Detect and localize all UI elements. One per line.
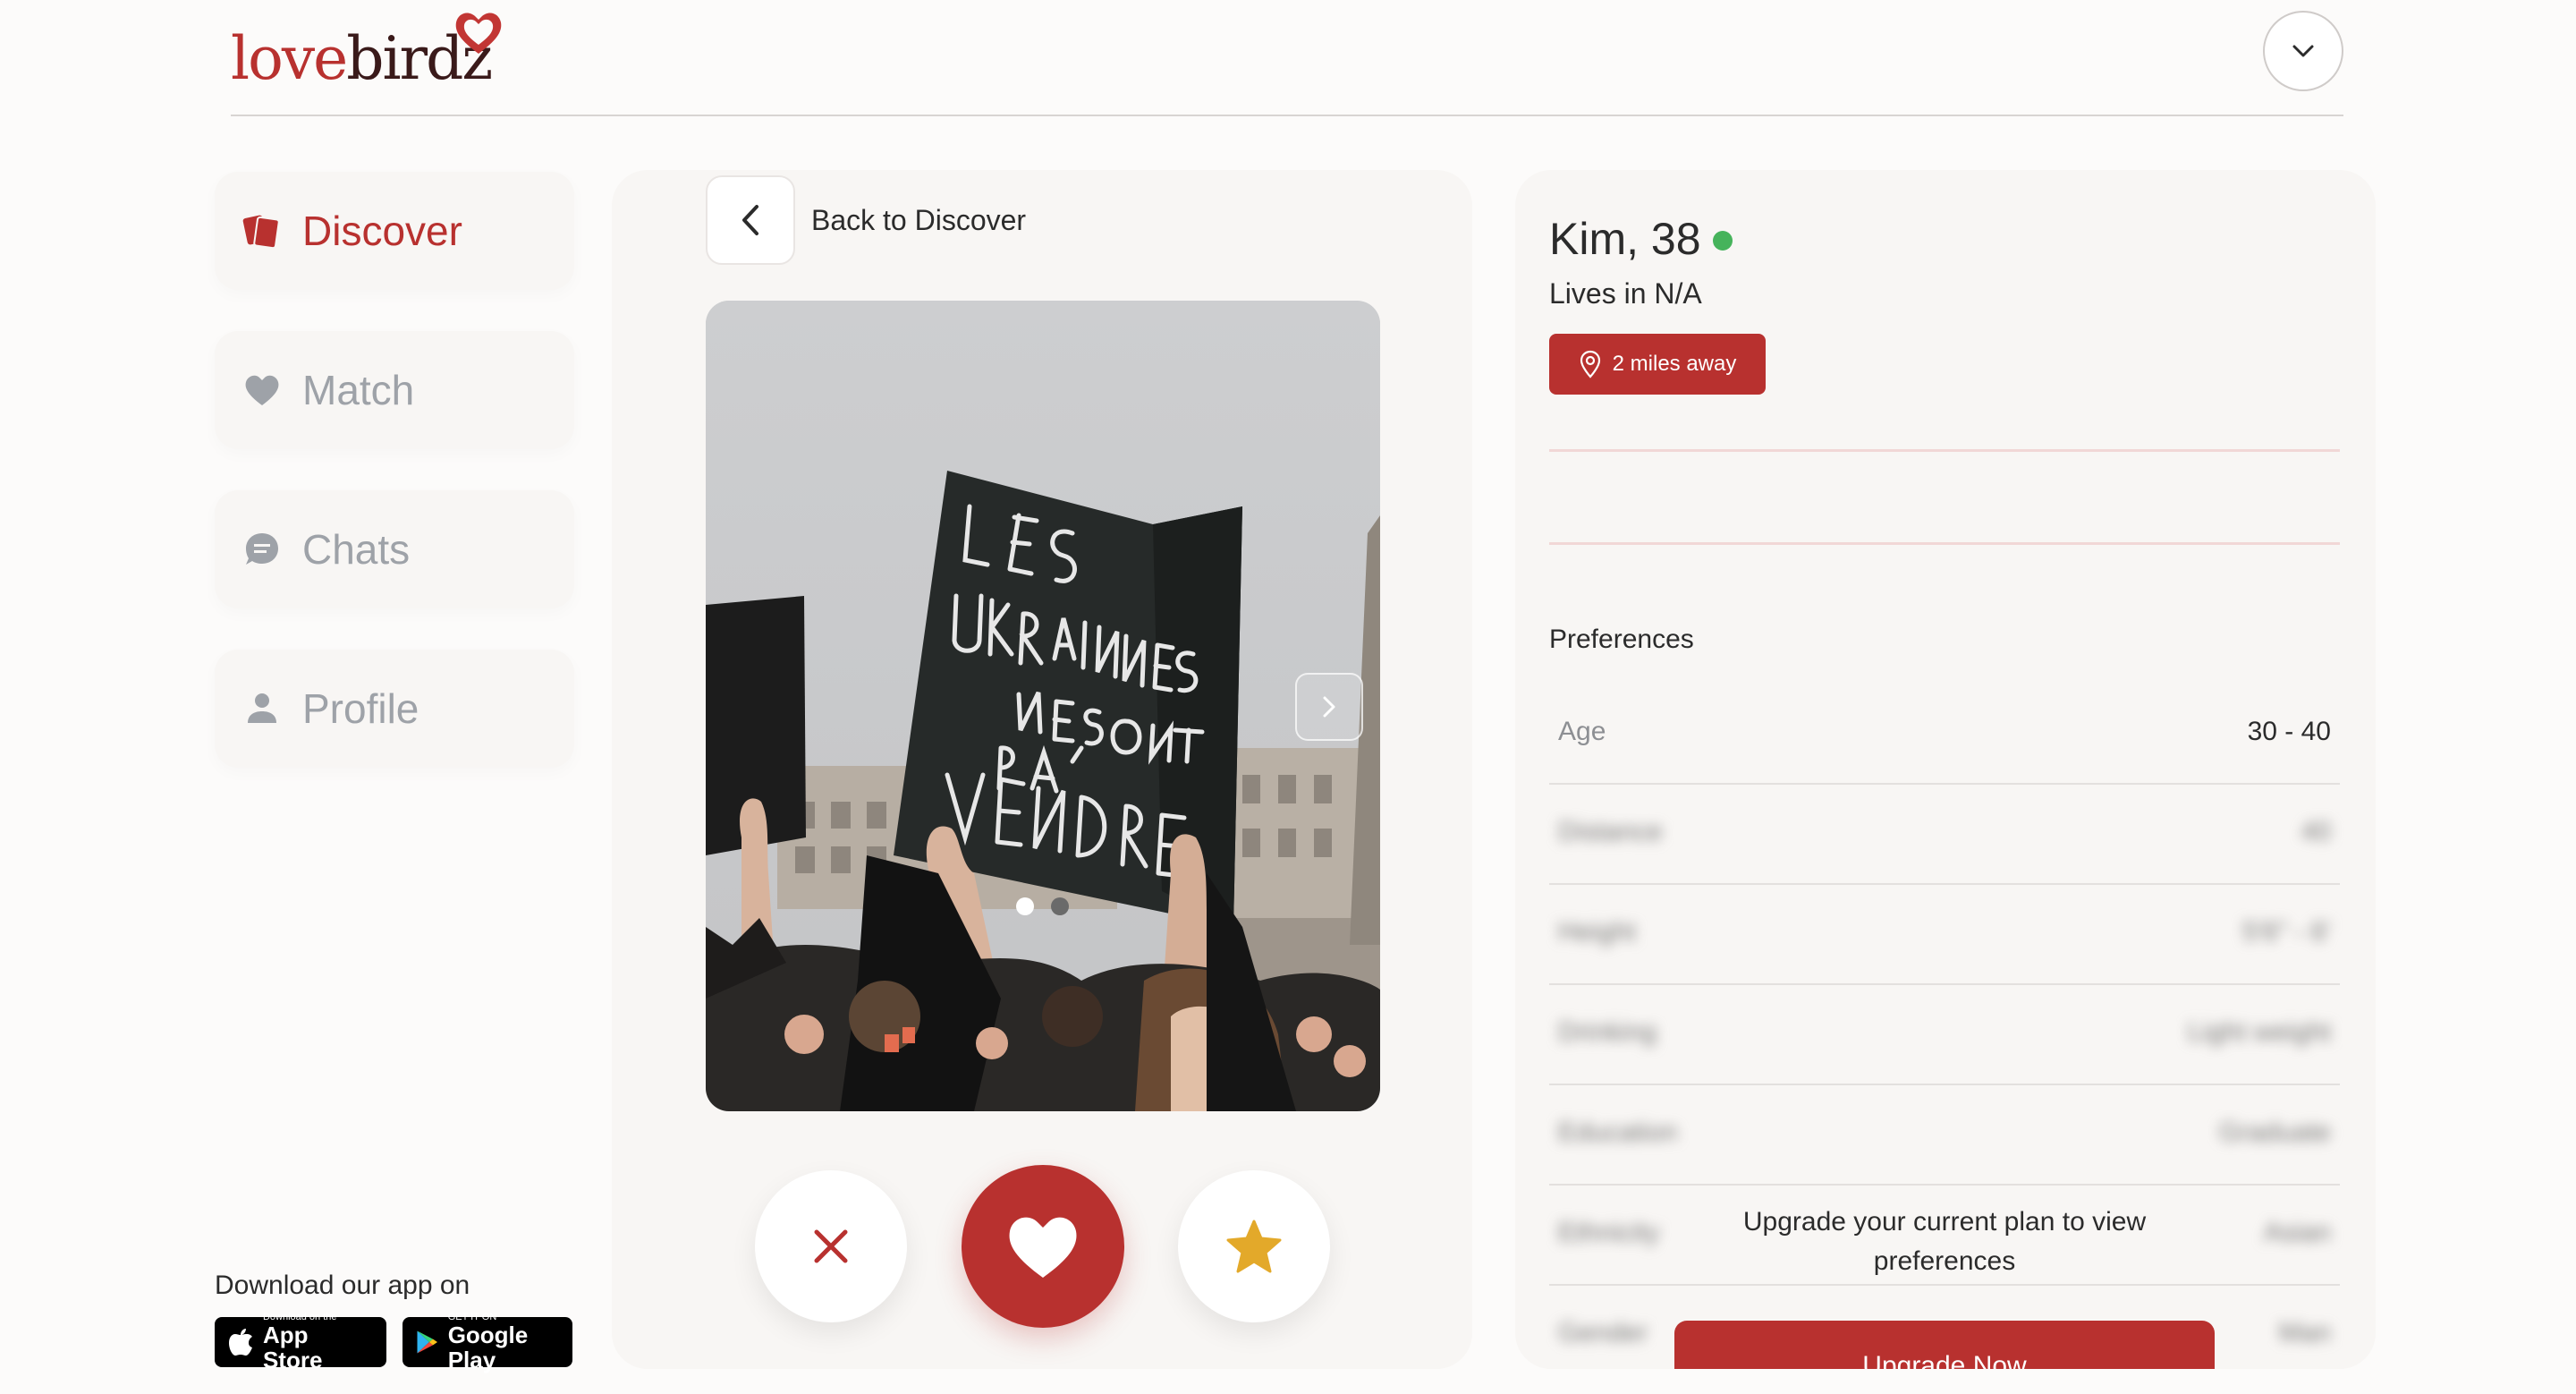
- preference-key: Age: [1558, 717, 1606, 746]
- distance-text: 2 miles away: [1612, 352, 1737, 376]
- app-store-badge[interactable]: Download on the App Store: [215, 1312, 386, 1373]
- divider: [1549, 449, 2340, 452]
- back-button[interactable]: [706, 175, 795, 265]
- logo-heart-icon: [455, 13, 502, 54]
- download-app-label: Download our app on: [215, 1271, 470, 1300]
- back-to-discover-label[interactable]: Back to Discover: [811, 204, 1026, 237]
- profile-photo[interactable]: [706, 301, 1380, 1111]
- preference-row-age: Age 30 - 40: [1549, 684, 2340, 785]
- google-play-icon: [417, 1330, 438, 1354]
- next-photo-button[interactable]: [1295, 673, 1363, 741]
- panel-bottom-mask: [1515, 1369, 2376, 1394]
- preference-key: Height: [1558, 917, 1636, 947]
- heart-icon: [1009, 1217, 1077, 1278]
- top-header: lovebirdz: [231, 0, 2343, 116]
- sidebar-item-label: Profile: [302, 685, 419, 732]
- sidebar-item-label: Discover: [302, 208, 462, 254]
- divider: [1549, 542, 2340, 545]
- star-icon: [1226, 1220, 1282, 1273]
- preference-value: 30 - 40: [2247, 717, 2331, 746]
- close-icon: [814, 1229, 848, 1263]
- preference-value: 40: [2301, 817, 2331, 846]
- like-button[interactable]: [962, 1165, 1124, 1328]
- preference-row-locked: Height 5'6" - 6': [1549, 885, 2340, 985]
- chevron-right-icon: [1323, 696, 1335, 718]
- profile-location: Lives in N/A: [1549, 277, 1702, 310]
- google-play-badge[interactable]: GET IT ON Google Play: [402, 1312, 572, 1373]
- sidebar-item-chats[interactable]: Chats: [215, 490, 574, 608]
- preference-key: Distance: [1558, 817, 1663, 846]
- preference-row-locked: Education Graduate: [1549, 1085, 2340, 1186]
- preference-value: Light weight: [2187, 1017, 2331, 1047]
- person-icon: [242, 688, 283, 729]
- chevron-down-icon: [2292, 45, 2314, 57]
- preference-value: Asian: [2263, 1218, 2331, 1247]
- chevron-left-icon: [742, 205, 758, 235]
- sidebar-item-profile[interactable]: Profile: [215, 650, 574, 768]
- photo-indicator-dot-active[interactable]: [1016, 897, 1034, 915]
- cards-icon: [242, 210, 283, 251]
- sidebar-item-label: Match: [302, 367, 415, 413]
- sidebar-item-match[interactable]: Match: [215, 331, 574, 449]
- sidebar-item-discover[interactable]: Discover: [215, 172, 574, 290]
- preference-row-locked: Distance 40: [1549, 785, 2340, 885]
- preference-key: Drinking: [1558, 1017, 1657, 1047]
- photo-indicator-dot[interactable]: [1051, 897, 1069, 915]
- chat-bubble-icon: [242, 529, 283, 570]
- apple-icon: [228, 1329, 252, 1356]
- preference-value: 5'6" - 6': [2242, 917, 2331, 947]
- distance-badge: 2 miles away: [1549, 334, 1766, 395]
- preference-key: Gender: [1558, 1318, 1648, 1347]
- pass-button[interactable]: [755, 1170, 907, 1322]
- preference-key: Education: [1558, 1118, 1678, 1147]
- profile-name: Kim, 38: [1549, 214, 1701, 264]
- sidebar-item-label: Chats: [302, 526, 411, 573]
- location-pin-icon: [1580, 350, 1600, 378]
- preference-row-locked: Drinking Light weight: [1549, 985, 2340, 1085]
- online-status-indicator: [1713, 231, 1733, 251]
- preference-key: Ethnicity: [1558, 1218, 1660, 1247]
- preference-value: Graduate: [2218, 1118, 2331, 1147]
- super-like-button[interactable]: [1178, 1170, 1330, 1322]
- upgrade-prompt: Upgrade your current plan to view prefer…: [1742, 1207, 2147, 1276]
- heart-icon: [242, 370, 283, 411]
- lovebirdz-logo[interactable]: lovebirdz: [231, 7, 517, 97]
- preference-value: Man: [2278, 1318, 2331, 1347]
- preferences-heading: Preferences: [1549, 625, 1694, 654]
- account-dropdown-button[interactable]: [2263, 11, 2343, 91]
